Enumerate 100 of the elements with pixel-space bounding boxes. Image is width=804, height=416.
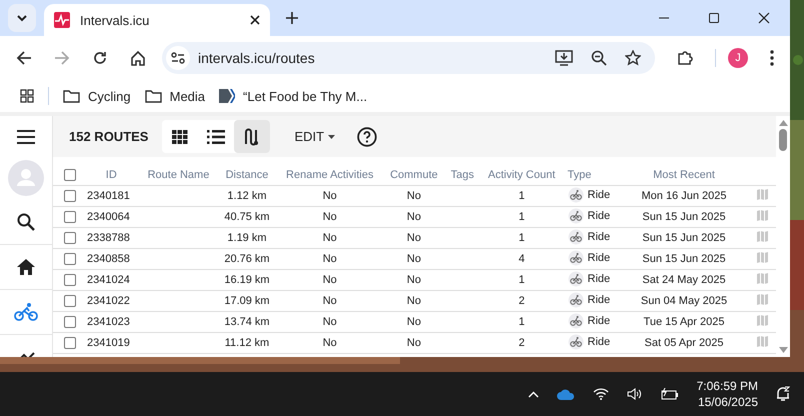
bicycle-icon [568, 208, 584, 224]
table-cell: Ride [588, 314, 610, 326]
row-checkbox[interactable] [64, 295, 76, 308]
clock-date: 15/06/2025 [698, 394, 758, 410]
table-cell: 2341023 [83, 312, 140, 332]
scroll-down-icon[interactable] [778, 347, 788, 353]
page-flag-icon [219, 89, 236, 103]
pulse-icon [54, 12, 70, 28]
table-cell: 2340181 [83, 186, 140, 206]
more-icon[interactable] [770, 50, 774, 66]
cloud-icon[interactable] [556, 388, 575, 400]
column-header[interactable]: Commute [382, 165, 445, 186]
star-icon[interactable] [625, 50, 641, 66]
select-all-checkbox[interactable] [64, 169, 76, 182]
table-cell: Ride [588, 188, 610, 200]
table-cell: Sun 04 May 2025 [620, 290, 748, 312]
help-icon[interactable] [357, 126, 378, 146]
reload-icon[interactable] [92, 50, 108, 66]
clock-time: 7:06:59 PM [696, 378, 758, 394]
bookmark[interactable]: Cycling [63, 88, 131, 104]
zoom-icon[interactable] [591, 50, 607, 66]
bicycle-icon [568, 228, 584, 244]
browser-tab[interactable]: Intervals.icu [44, 4, 270, 36]
scrollbar-thumb[interactable] [779, 129, 787, 151]
profile-avatar[interactable]: J [728, 48, 748, 68]
table-cell: Ride [588, 336, 610, 348]
row-checkbox[interactable] [64, 274, 76, 286]
row-checkbox[interactable] [64, 190, 76, 202]
column-header[interactable]: Distance [217, 165, 277, 186]
cyclist-icon [14, 303, 38, 321]
column-header[interactable]: Rename Activities [276, 165, 383, 186]
scroll-up-icon[interactable] [778, 120, 788, 126]
grid-icon [172, 130, 188, 144]
table-cell: No [276, 248, 383, 270]
table-cell: 1 [480, 228, 564, 248]
table-cell: Sun 15 Jun 2025 [620, 248, 748, 270]
column-header[interactable]: Most Recent [620, 165, 748, 186]
back-icon[interactable] [16, 50, 32, 66]
puzzle-icon[interactable] [677, 50, 693, 66]
table-cell: 2341022 [83, 290, 140, 312]
table-cell: 16.19 km [217, 270, 277, 290]
bicycle-icon [568, 334, 584, 350]
bookmark[interactable]: Media [144, 88, 206, 104]
wifi-icon[interactable] [592, 388, 609, 400]
table-cell: No [276, 228, 383, 248]
chevron-down-icon [16, 14, 28, 22]
maximize-icon[interactable] [708, 12, 720, 24]
table-cell: No [382, 206, 445, 228]
bell-snooze-icon[interactable] [776, 386, 790, 402]
table-cell: 2341019 [83, 332, 140, 354]
home-icon[interactable] [130, 50, 146, 66]
column-header[interactable]: Tags [444, 165, 480, 186]
view-toggle[interactable] [234, 120, 270, 153]
chevron-up-icon[interactable] [528, 390, 539, 398]
bookmark[interactable]: “Let Food be Thy M... [219, 88, 368, 104]
address-bar[interactable]: intervals.icu/routes [162, 42, 655, 74]
bicycle-icon [568, 292, 584, 308]
column-header[interactable]: Route Name [140, 165, 218, 186]
table-cell: No [382, 228, 445, 248]
column-header[interactable]: Type [564, 165, 620, 186]
close-icon[interactable] [250, 15, 260, 25]
tab-title: Intervals.icu [80, 12, 150, 28]
table-cell: 4 [480, 248, 564, 270]
column-header[interactable]: ID [83, 165, 140, 186]
folder-icon [144, 90, 162, 102]
new-tab-icon[interactable] [286, 12, 298, 24]
tab-search-button[interactable] [8, 4, 36, 32]
row-checkbox[interactable] [64, 253, 76, 266]
table-cell: 1 [480, 312, 564, 332]
table-cell: 1 [480, 270, 564, 290]
list-icon [207, 130, 226, 144]
home-icon [17, 259, 35, 275]
site-settings-icon[interactable] [171, 52, 185, 64]
apps-icon[interactable] [20, 89, 34, 103]
table-cell: Sun 15 Jun 2025 [620, 206, 748, 228]
bicycle-icon [568, 250, 584, 266]
install-icon[interactable] [555, 50, 573, 66]
table-cell: No [276, 206, 383, 228]
row-checkbox[interactable] [64, 232, 76, 244]
close-icon[interactable] [758, 12, 770, 24]
table-cell: Ride [588, 230, 610, 242]
table-cell: No [276, 270, 383, 290]
speaker-icon[interactable] [626, 388, 643, 400]
edit-menu-button[interactable]: EDIT [290, 125, 340, 148]
row-checkbox[interactable] [64, 211, 76, 224]
table-cell: Sun 15 Jun 2025 [620, 228, 748, 248]
table-cell: No [382, 290, 445, 312]
table-cell: No [382, 186, 445, 206]
row-checkbox[interactable] [64, 316, 76, 328]
table-cell: No [382, 270, 445, 290]
table-cell: Ride [588, 294, 610, 306]
table-cell: No [276, 332, 383, 354]
folder-icon [63, 90, 80, 102]
column-header[interactable]: Activity Count [480, 165, 564, 186]
table-cell: 1.19 km [217, 228, 277, 248]
table-cell: 11.12 km [217, 332, 277, 354]
row-checkbox[interactable] [64, 337, 76, 350]
battery-icon[interactable] [660, 388, 679, 400]
menu-icon[interactable] [17, 130, 35, 144]
table-cell: Tue 15 Apr 2025 [620, 312, 748, 332]
